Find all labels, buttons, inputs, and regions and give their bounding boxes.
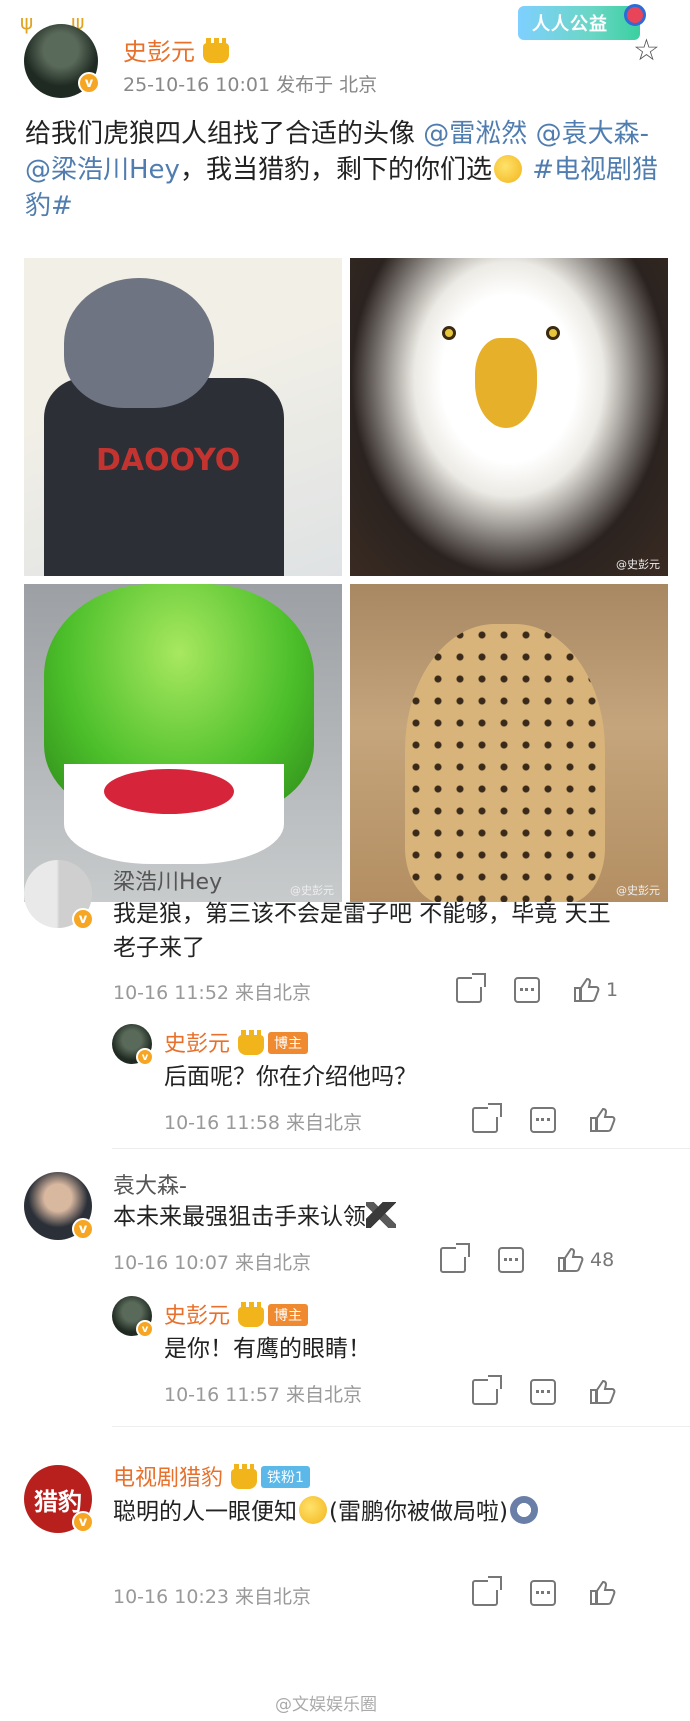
post-author[interactable]: 史彭元: [123, 32, 229, 67]
verified-icon: v: [72, 1511, 94, 1533]
image-watermark: @史彭元: [290, 884, 334, 897]
verified-icon: v: [72, 908, 94, 930]
fan-tag: 铁粉1: [261, 1466, 310, 1488]
comment-meta: 10-16 10:23 来自北京: [113, 1586, 312, 1608]
reply-author[interactable]: 史彭元 博主: [164, 1298, 309, 1330]
verified-icon: v: [136, 1320, 154, 1338]
wolf-head-shape: [64, 278, 214, 408]
comment-text: 本未来最强狙击手来认领: [113, 1200, 396, 1234]
reply-author-name: 史彭元: [164, 1304, 231, 1329]
post-text-a: 给我们虎狼四人组找了合适的头像: [25, 119, 416, 149]
badge-dot-icon: [624, 4, 646, 26]
reply-meta: 10-16 11:57 来自北京: [164, 1384, 363, 1406]
comment-actions: 1: [456, 973, 619, 1004]
like-icon[interactable]: [588, 1579, 616, 1607]
share-icon[interactable]: [472, 1576, 502, 1606]
comment-text-tail: (雷鹏你被做局啦): [329, 1499, 508, 1525]
image-watermark: @史彭元: [616, 558, 660, 571]
comment-author[interactable]: 袁大森-: [113, 1168, 187, 1200]
eagle-eye-left: [442, 326, 456, 340]
divider: [112, 1426, 690, 1427]
cheetah-image[interactable]: @史彭元: [350, 584, 668, 902]
reply-actions: [472, 1103, 622, 1134]
comment-author[interactable]: 梁浩川Hey: [113, 864, 222, 896]
wolf-image[interactable]: DAOOYO: [24, 258, 342, 576]
divider: [112, 1148, 690, 1149]
post-author-name: 史彭元: [123, 38, 195, 66]
wolf-shirt-logo: DAOOYO: [96, 443, 241, 478]
post-body: 给我们虎狼四人组找了合适的头像 @雷淞然 @袁大森- @梁浩川Hey，我当猎豹，…: [25, 116, 665, 224]
yoshi-tongue-shape: [104, 769, 234, 814]
crown-icon: [203, 38, 229, 63]
comment-text: 聪明的人一眼便知 (雷鹏你被做局啦): [113, 1495, 540, 1529]
crown-icon: [238, 1030, 265, 1055]
avatar-text: 猎豹: [34, 1487, 82, 1516]
post-meta: 25-10-16 10:01 发布于 北京: [123, 74, 378, 96]
image-grid: DAOOYO @史彭元 @史彭元 @史彭元: [24, 258, 668, 903]
comment-author-name: 电视剧猎豹: [113, 1466, 224, 1491]
comment-icon[interactable]: [530, 1107, 556, 1133]
comment-icon[interactable]: [530, 1379, 556, 1405]
like-count: 1: [606, 979, 619, 1001]
author-tag: 博主: [268, 1032, 309, 1054]
yoshi-toy-image[interactable]: @史彭元: [24, 584, 342, 902]
verified-icon: v: [78, 72, 100, 94]
like-count: 48: [590, 1249, 615, 1271]
reply-actions: [472, 1375, 622, 1406]
footer-watermark: @文娱娱乐圈: [275, 1695, 377, 1715]
reply-text: 是你！有鹰的眼睛！: [164, 1336, 371, 1362]
reply-author[interactable]: 史彭元 博主: [164, 1026, 309, 1058]
post-text-b: ，我当猎豹，剩下的你们选: [179, 155, 492, 185]
comment-text-body: 聪明的人一眼便知: [113, 1499, 297, 1525]
author-tag: 博主: [268, 1304, 309, 1326]
eagle-beak-shape: [475, 338, 537, 428]
cheetah-shape: [405, 624, 605, 902]
share-icon[interactable]: [440, 1243, 470, 1273]
crown-icon: [231, 1464, 258, 1489]
comment-actions: 48: [440, 1243, 615, 1274]
mention-link[interactable]: @袁大森-: [536, 119, 649, 149]
share-icon[interactable]: [472, 1103, 502, 1133]
mention-link[interactable]: @雷淞然: [423, 119, 527, 149]
comment-meta: 10-16 11:52 来自北京: [113, 982, 312, 1004]
charity-badge-label: 人人公益: [532, 14, 608, 35]
comment-text: 我是狼，第三该不会是雷子吧 不能够，毕竟 天王老子来了: [113, 901, 611, 961]
eagle-emoji-icon: [366, 1202, 396, 1228]
emoji-icon: [509, 1496, 538, 1524]
reply-author-name: 史彭元: [164, 1032, 231, 1057]
comment-meta: 10-16 10:07 来自北京: [113, 1252, 312, 1274]
comment-icon[interactable]: [530, 1580, 556, 1606]
eagle-image[interactable]: @史彭元: [350, 258, 668, 576]
mention-link[interactable]: @梁浩川Hey: [25, 155, 180, 185]
emoji-icon: [493, 155, 522, 183]
eagle-eye-right: [546, 326, 560, 340]
like-icon[interactable]: [572, 976, 600, 1004]
emoji-icon: [299, 1496, 327, 1524]
like-icon[interactable]: [588, 1378, 616, 1406]
comment-text-body: 本未来最强狙击手来认领: [113, 1204, 366, 1230]
like-icon[interactable]: [588, 1106, 616, 1134]
comment-actions: [472, 1576, 622, 1607]
charity-badge[interactable]: 人人公益: [518, 4, 646, 40]
comment-author[interactable]: 电视剧猎豹 铁粉1: [113, 1460, 310, 1492]
verified-icon: v: [136, 1048, 154, 1066]
crown-icon: [238, 1302, 265, 1327]
reply-text: 后面呢？你在介绍他吗？: [164, 1064, 417, 1090]
like-icon[interactable]: [556, 1246, 584, 1274]
verified-icon: v: [72, 1218, 94, 1240]
star-icon[interactable]: ☆: [633, 36, 660, 66]
comment-icon[interactable]: [514, 977, 540, 1003]
image-watermark: @史彭元: [616, 884, 660, 897]
comment-icon[interactable]: [498, 1247, 524, 1273]
share-icon[interactable]: [456, 973, 486, 1003]
reply-meta: 10-16 11:58 来自北京: [164, 1112, 363, 1134]
share-icon[interactable]: [472, 1375, 502, 1405]
